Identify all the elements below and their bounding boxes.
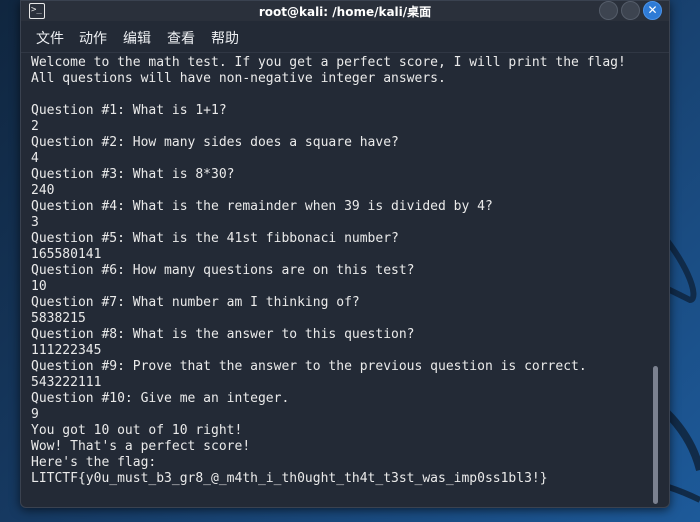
terminal-line: Question #6: How many questions are on t… [31, 263, 415, 278]
menu-help[interactable]: 帮助 [211, 28, 239, 48]
terminal-line: You got 10 out of 10 right! [31, 423, 243, 438]
terminal-line: 9 [31, 407, 39, 422]
terminal-line: 3 [31, 215, 39, 230]
terminal-line: 543222111 [31, 375, 102, 390]
terminal-line: 165580141 [31, 247, 102, 262]
terminal-line: 240 [31, 183, 55, 198]
terminal-window: >_ root@kali: /home/kali/桌面 ✕ 文件 动作 编辑 查… [20, 0, 670, 508]
title-bar[interactable]: >_ root@kali: /home/kali/桌面 ✕ [21, 1, 669, 21]
close-button[interactable]: ✕ [643, 1, 662, 20]
terminal-line: Question #3: What is 8*30? [31, 167, 235, 182]
terminal-output[interactable]: Welcome to the math test. If you get a p… [31, 55, 653, 487]
terminal-line: Question #1: What is 1+1? [31, 103, 227, 118]
terminal-line: Question #10: Give me an integer. [31, 391, 290, 406]
terminal-line: Question #9: Prove that the answer to th… [31, 359, 587, 374]
window-title: root@kali: /home/kali/桌面 [258, 5, 432, 19]
minimize-button[interactable] [599, 1, 618, 20]
terminal-line: Question #5: What is the 41st fibbonaci … [31, 231, 399, 246]
terminal-line: Question #7: What number am I thinking o… [31, 295, 360, 310]
terminal-line: Question #2: How many sides does a squar… [31, 135, 399, 150]
menu-actions[interactable]: 动作 [79, 28, 107, 48]
terminal-line: 111222345 [31, 343, 102, 358]
terminal-line: All questions will have non-negative int… [31, 71, 446, 86]
terminal-line: 5838215 [31, 311, 86, 326]
terminal-line: Question #8: What is the answer to this … [31, 327, 415, 342]
terminal-line: 4 [31, 151, 39, 166]
menu-edit[interactable]: 编辑 [123, 28, 151, 48]
terminal-line: Welcome to the math test. If you get a p… [31, 55, 626, 70]
menu-bar: 文件 动作 编辑 查看 帮助 [21, 21, 669, 53]
menu-file[interactable]: 文件 [36, 28, 64, 48]
terminal-line: Wow! That's a perfect score! [31, 439, 251, 454]
vertical-scrollbar[interactable] [653, 366, 658, 504]
terminal-line: Question #4: What is the remainder when … [31, 199, 493, 214]
maximize-button[interactable] [621, 1, 640, 20]
terminal-line: Here's the flag: [31, 455, 157, 470]
terminal-line: LITCTF{y0u_must_b3_gr8_@_m4th_i_th0ught_… [31, 471, 548, 486]
terminal-line: 10 [31, 279, 47, 294]
menu-view[interactable]: 查看 [167, 28, 195, 48]
terminal-line: 2 [31, 119, 39, 134]
